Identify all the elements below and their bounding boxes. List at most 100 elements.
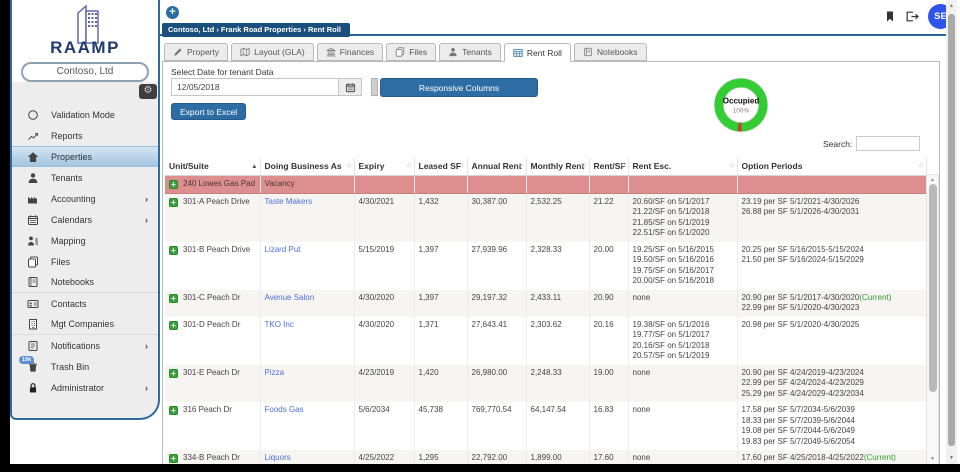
sidebar-item-administrator[interactable]: Administrator › [12, 377, 158, 398]
expand-row-icon[interactable]: + [169, 320, 178, 330]
expand-row-icon[interactable]: + [169, 406, 178, 415]
column-header-annual-rent[interactable]: Annual Rent ◇ [467, 158, 527, 176]
sidebar-menu: Validation Mode Reports Properties Tenants A… [12, 104, 158, 398]
bookmark-icon[interactable] [884, 10, 896, 23]
leased-sf: 1,432 [414, 193, 468, 242]
trash-count-badge: 19k [19, 355, 35, 364]
responsive-columns-button[interactable]: Responsive Columns [380, 78, 538, 97]
tenant-link[interactable]: Lizard Put [265, 245, 301, 254]
search-box: Search: [823, 136, 921, 151]
occupancy-label: Occupied [723, 97, 760, 106]
sidebar-item-files[interactable]: Files [12, 251, 158, 272]
export-to-excel-button[interactable]: Export to Excel [171, 103, 247, 120]
sidebar-item-notifications[interactable]: Notifications › [12, 335, 158, 356]
sidebar-item-mapping[interactable]: Mapping [12, 230, 158, 251]
annual-rent: 30,387.00 [467, 193, 527, 242]
column-header-rent-esc-[interactable]: Rent Esc. ◇ [628, 158, 738, 176]
tab-layout-gla-[interactable]: Layout (GLA) [231, 43, 314, 61]
rent-per-sf: 19.00 [589, 364, 629, 402]
layout-icon [240, 47, 250, 57]
notebook-icon [583, 47, 593, 57]
sidebar-item-label: Calendars [51, 214, 93, 225]
pencil-icon [173, 47, 183, 57]
tenant-link[interactable]: Avenue Salon [265, 293, 315, 302]
column-header-doing-business-as[interactable]: Doing Business As ◇ [260, 158, 355, 176]
tenant-link[interactable]: Liquors [265, 453, 291, 462]
sidebar-item-label: Trash Bin [51, 361, 90, 372]
column-header-monthly-rent[interactable]: Monthly Rent ◇ [526, 158, 590, 176]
page-scrollbar[interactable]: ▲ ▼ [946, 0, 957, 464]
expand-row-icon[interactable]: + [169, 180, 178, 189]
monthly-rent: 2,433.11 [526, 289, 590, 317]
sidebar-item-contacts[interactable]: Contacts [12, 293, 158, 314]
brand-logo-text: RAAMP [50, 38, 120, 57]
sidebar-item-notebooks[interactable]: Notebooks [12, 272, 158, 293]
tenant-link[interactable]: TKO Inc [265, 320, 294, 329]
column-header-option-periods[interactable]: Option Periods ◇ [737, 158, 927, 176]
tenant-link[interactable]: Pizza [265, 368, 285, 377]
sidebar-item-label: Mapping [51, 235, 86, 246]
expand-row-icon[interactable]: + [169, 293, 178, 303]
leased-sf: 1,397 [414, 289, 468, 317]
sidebar-item-label: Properties [51, 151, 93, 162]
breadcrumb[interactable]: Contoso, Ltd › Frank Road Properties › R… [162, 23, 350, 37]
search-input[interactable] [856, 136, 921, 151]
add-button[interactable]: + [166, 6, 179, 19]
unit-suite: 316 Peach Dr [183, 405, 232, 414]
tab-property[interactable]: Property [164, 43, 229, 61]
expiry: 4/30/2021 [354, 193, 415, 242]
sidebar-settings-gear-icon[interactable]: ⚙ [139, 84, 157, 99]
sidebar-item-trash-bin[interactable]: 19k Trash Bin [12, 355, 158, 377]
scroll-up-arrow-icon[interactable]: ▲ [927, 177, 938, 183]
sign-out-icon[interactable] [905, 10, 919, 23]
tab-label: Files [409, 47, 428, 57]
sidebar-item-tenants[interactable]: Tenants [12, 167, 158, 188]
expand-row-icon[interactable]: + [169, 368, 178, 378]
lock-icon [25, 382, 40, 394]
sort-icon: ◇ [406, 163, 412, 169]
tab-files[interactable]: Files [386, 43, 437, 61]
sidebar-item-label: Accounting [51, 193, 96, 204]
rent-roll-table-wrap: Unit/Suite ▲ Doing Business As ◇ Expiry ◇ Leas… [165, 158, 927, 464]
expand-row-icon[interactable]: + [169, 454, 178, 463]
current-option-flag: (Current) [863, 453, 896, 462]
tab-notebooks[interactable]: Notebooks [573, 43, 647, 61]
sidebar-item-calendars[interactable]: Calendars › [12, 209, 158, 230]
date-input[interactable] [171, 78, 339, 96]
sidebar-item-label: Notebooks [51, 277, 95, 287]
column-header-expiry[interactable]: Expiry ◇ [354, 158, 415, 176]
table-scrollbar[interactable]: ▲ ▼ [926, 174, 939, 465]
calendar-icon[interactable] [339, 78, 362, 96]
column-header-leased-sf[interactable]: Leased SF ◇ [414, 158, 468, 176]
tab-rent-roll[interactable]: Rent Roll [503, 43, 571, 62]
sort-icon: ◇ [459, 163, 465, 169]
page-scrollbar-thumb[interactable] [948, 14, 955, 446]
sidebar-item-properties[interactable]: Properties [12, 146, 158, 167]
column-header-unit-suite[interactable]: Unit/Suite ▲ [165, 158, 261, 176]
column-drag-handle[interactable] [371, 78, 378, 96]
tab-tenants[interactable]: Tenants [439, 43, 501, 61]
sidebar-item-validation-mode[interactable]: Validation Mode [12, 104, 158, 125]
column-header-rent-sf[interactable]: Rent/SF ◇ [589, 158, 629, 176]
screenshot-left-border [0, 0, 10, 472]
scroll-down-arrow-icon[interactable]: ▼ [927, 456, 938, 462]
page-scroll-up-icon[interactable]: ▲ [946, 3, 957, 9]
rent-per-sf: 17.60 [589, 450, 629, 464]
tab-bar: Property Layout (GLA) Finances Files Tenants… [164, 43, 647, 62]
tab-finances[interactable]: Finances [316, 43, 384, 61]
page-scroll-down-icon[interactable]: ▼ [946, 455, 957, 461]
company-name-pill: Contoso, Ltd [21, 62, 149, 82]
expand-row-icon[interactable]: + [169, 197, 178, 207]
table-row: +301-D Peach Dr TKO Inc 4/30/2020 1,371 27,6… [165, 316, 927, 365]
unit-suite: 301-A Peach Drive [183, 196, 250, 206]
tenant-link[interactable]: Taste Makers [265, 197, 313, 206]
tenant-link[interactable]: Foods Gas [265, 405, 304, 414]
sidebar-item-mgt-companies[interactable]: Mgt Companies [12, 314, 158, 335]
rent-per-sf: 20.90 [589, 289, 629, 317]
sidebar-item-accounting[interactable]: Accounting › [12, 188, 158, 209]
sidebar-item-reports[interactable]: Reports [12, 125, 158, 146]
files-icon [25, 256, 40, 268]
unit-suite: 301-D Peach Dr [183, 319, 241, 329]
table-scrollbar-thumb[interactable] [928, 184, 937, 392]
expand-row-icon[interactable]: + [169, 245, 178, 255]
